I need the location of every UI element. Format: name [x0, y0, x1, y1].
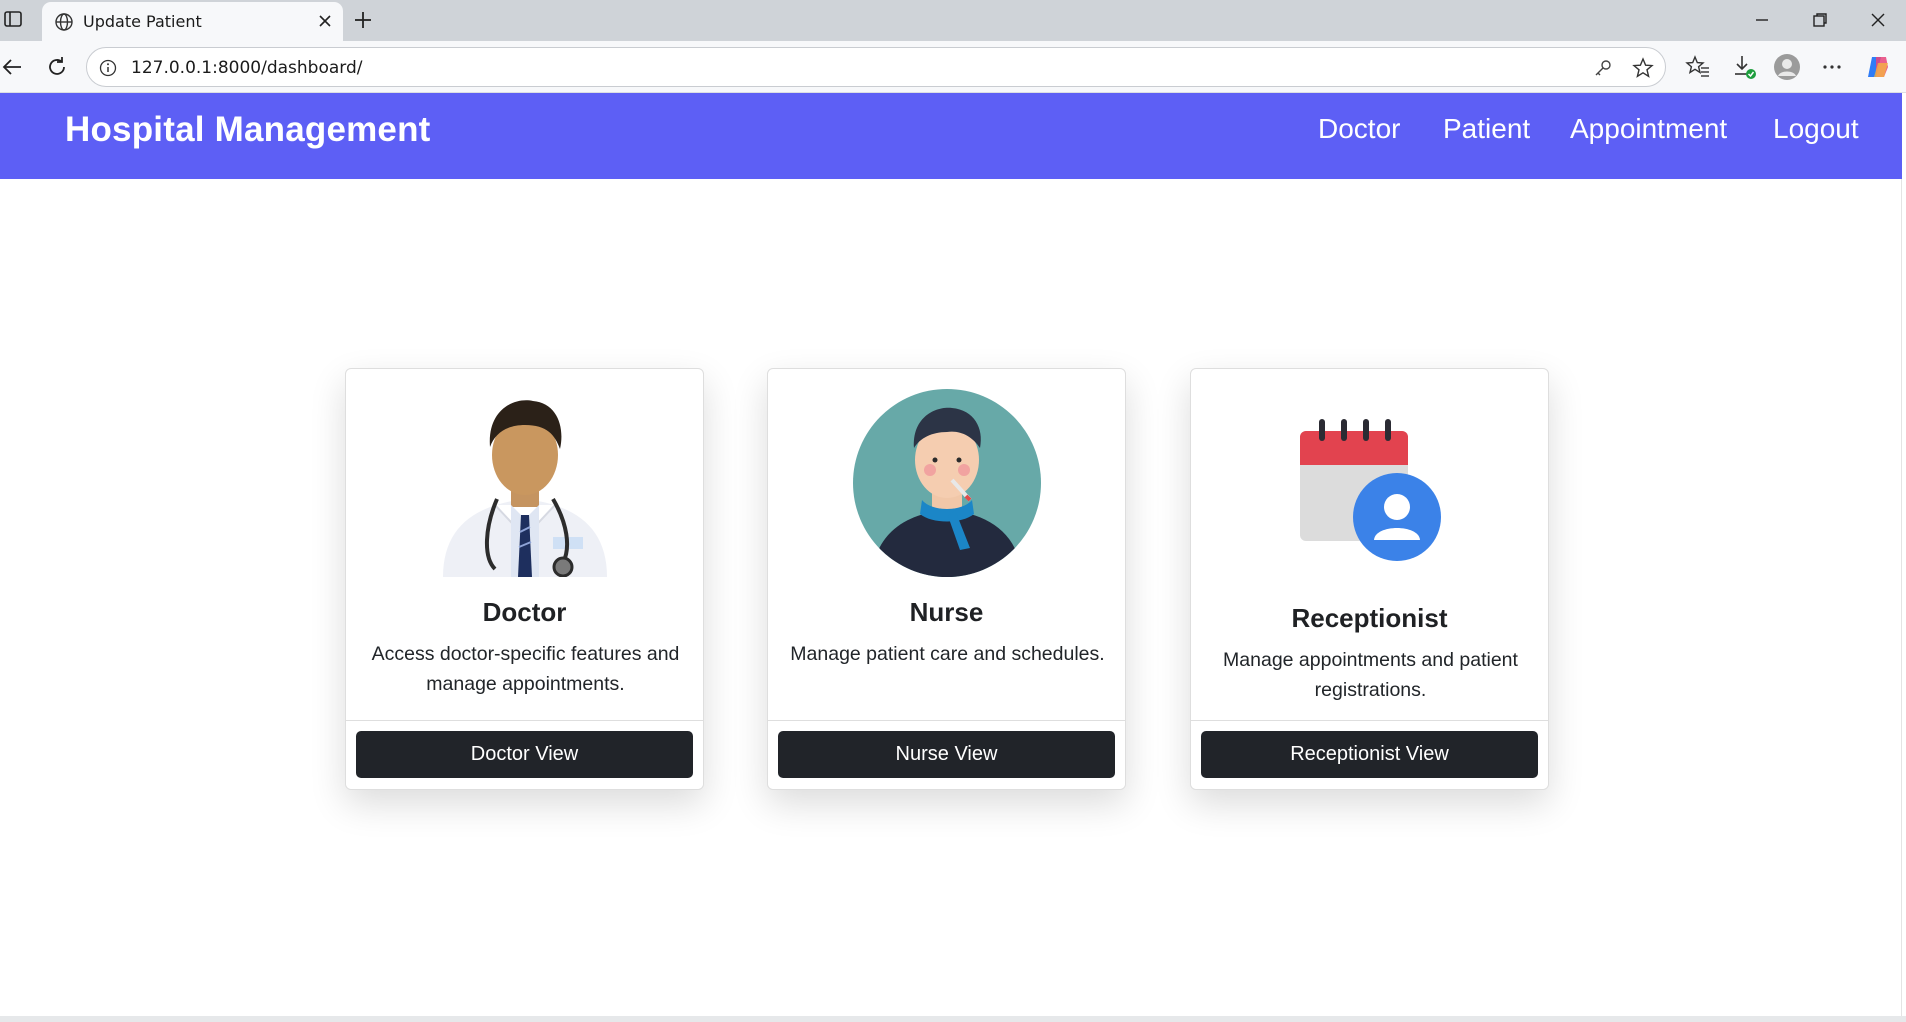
card-title: Doctor — [482, 597, 567, 627]
password-key-icon[interactable] — [1592, 57, 1614, 79]
browser-tab-bar: Update Patient — [0, 0, 1906, 41]
nav-link-patient[interactable]: Patient — [1443, 113, 1530, 145]
site-info-icon[interactable] — [99, 59, 117, 77]
card-description: Access doctor-specific features and mana… — [371, 643, 680, 695]
doctor-card: Doctor Access doctor-specific features a… — [345, 368, 704, 790]
nav-link-doctor[interactable]: Doctor — [1318, 113, 1400, 145]
card-description: Manage appointments and patient registra… — [1223, 649, 1518, 701]
browser-toolbar: 127.0.0.1:8000/dashboard/ — [0, 41, 1906, 93]
nurse-card: Nurse Manage patient care and schedules.… — [767, 368, 1126, 790]
nav-link-logout[interactable]: Logout — [1773, 113, 1859, 145]
restore-icon[interactable] — [1810, 10, 1830, 30]
nurse-view-button[interactable]: Nurse View — [778, 731, 1115, 778]
back-arrow-icon[interactable] — [0, 54, 26, 80]
receptionist-view-button[interactable]: Receptionist View — [1201, 731, 1538, 778]
close-tab-icon[interactable] — [317, 13, 333, 29]
brand-title[interactable]: Hospital Management — [65, 110, 431, 150]
close-window-icon[interactable] — [1868, 10, 1888, 30]
downloads-icon[interactable] — [1730, 53, 1758, 81]
doctor-view-button[interactable]: Doctor View — [356, 731, 693, 778]
new-tab-icon[interactable] — [352, 9, 374, 31]
nav-link-appointment[interactable]: Appointment — [1570, 113, 1727, 145]
card-title: Nurse — [909, 597, 984, 627]
card-description: Manage patient care and schedules. — [790, 643, 1105, 665]
more-options-icon[interactable] — [1818, 53, 1846, 81]
address-bar[interactable]: 127.0.0.1:8000/dashboard/ — [86, 47, 1666, 87]
favorite-star-icon[interactable] — [1632, 57, 1654, 79]
reload-icon[interactable] — [44, 54, 70, 80]
sick-patient-avatar-icon — [852, 389, 1041, 577]
card-title: Receptionist — [1291, 603, 1448, 633]
card-footer: Doctor View — [346, 720, 703, 789]
copilot-icon[interactable] — [1864, 53, 1892, 81]
top-navbar: Hospital Management Doctor Patient Appoi… — [0, 93, 1902, 179]
doctor-avatar-icon — [442, 400, 607, 577]
window-bottom-border — [0, 1016, 1906, 1022]
profile-avatar-icon[interactable] — [1773, 53, 1801, 81]
url-text[interactable]: 127.0.0.1:8000/dashboard/ — [131, 58, 362, 78]
sidebar-toggle-icon[interactable] — [2, 8, 24, 30]
tab-title: Update Patient — [83, 12, 202, 31]
calendar-user-icon — [1299, 419, 1441, 561]
browser-tab-active[interactable]: Update Patient — [42, 2, 343, 41]
page-content: Hospital Management Doctor Patient Appoi… — [0, 93, 1902, 1018]
globe-icon — [55, 13, 73, 31]
card-footer: Receptionist View — [1191, 720, 1548, 789]
receptionist-card: Receptionist Manage appointments and pat… — [1190, 368, 1549, 790]
favorites-icon[interactable] — [1684, 53, 1712, 81]
minimize-icon[interactable] — [1752, 10, 1772, 30]
card-footer: Nurse View — [768, 720, 1125, 789]
